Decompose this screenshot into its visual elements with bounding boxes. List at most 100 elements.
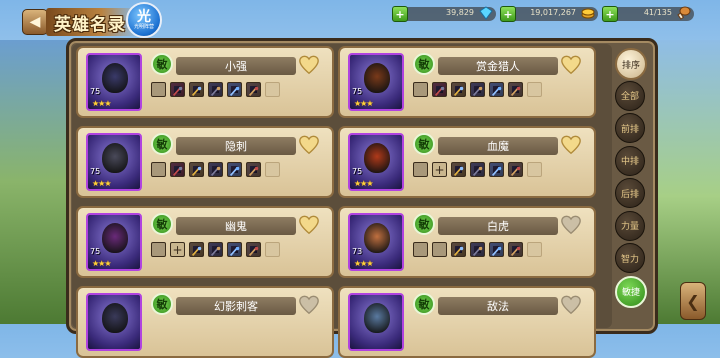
collapse-button[interactable]: ❮ [680, 282, 706, 320]
equipment-slot[interactable] [413, 82, 428, 97]
equipment-item-icon [472, 246, 483, 256]
hero-stars: ★★★ [354, 259, 373, 268]
hero-name: 隐刺 [225, 140, 247, 153]
favorite-heart-icon[interactable] [298, 214, 320, 236]
equipment-slot[interactable] [451, 82, 466, 97]
equipment-slot[interactable] [189, 82, 204, 97]
equipment-item-icon [472, 166, 483, 176]
equipment-slot[interactable] [489, 162, 504, 177]
hero-portrait[interactable] [348, 293, 404, 351]
equipment-slot[interactable] [489, 242, 504, 257]
equipment-slot[interactable] [470, 82, 485, 97]
hero-card[interactable]: 75 ★★★ 敏 隐刺 [76, 126, 334, 198]
hero-name: 幽鬼 [225, 220, 247, 233]
equipment-slot[interactable]: + [170, 242, 185, 257]
equipment-item-icon [472, 86, 483, 96]
equipment-item-icon [229, 246, 240, 256]
equipment-slot[interactable] [432, 242, 447, 257]
page-title: 英雄名录 [54, 15, 126, 35]
equipment-slot[interactable] [246, 242, 261, 257]
equipment-slot[interactable] [265, 162, 280, 177]
hero-card[interactable]: 75 ★★★ 敏 血魔 + [338, 126, 596, 198]
back-button[interactable]: ◀ [22, 9, 48, 35]
hero-name-bar: 隐刺 [176, 137, 296, 155]
equipment-slot[interactable] [527, 82, 542, 97]
filter-tab[interactable]: 后排 [615, 178, 645, 208]
hero-portrait[interactable]: 75 ★★★ [86, 133, 142, 191]
hero-card[interactable]: 75 ★★★ 敏 幽鬼 + [76, 206, 334, 278]
hero-card[interactable]: 75 ★★★ 敏 小强 [76, 46, 334, 118]
equipment-item-icon [210, 246, 221, 256]
hero-face-icon [102, 303, 128, 333]
resource-diamond: + 39,829 [392, 6, 496, 22]
equipment-slot[interactable] [227, 242, 242, 257]
favorite-heart-icon[interactable] [560, 214, 582, 236]
hero-face-icon [102, 223, 128, 253]
equipment-slot[interactable] [451, 162, 466, 177]
favorite-heart-icon[interactable] [298, 54, 320, 76]
equipment-slot[interactable] [227, 162, 242, 177]
equipment-slot[interactable] [151, 162, 166, 177]
favorite-heart-icon[interactable] [298, 294, 320, 316]
equipment-slot[interactable] [265, 82, 280, 97]
equipment-slot[interactable] [208, 82, 223, 97]
filter-tab[interactable]: 排序 [615, 48, 647, 80]
equipment-slot[interactable] [208, 162, 223, 177]
filter-tab[interactable]: 前排 [615, 113, 645, 143]
hero-name: 血魔 [487, 140, 509, 153]
equipment-item-icon [191, 86, 202, 96]
equipment-slot[interactable] [189, 242, 204, 257]
equipment-slot[interactable] [508, 82, 523, 97]
hero-portrait[interactable]: 75 ★★★ [86, 213, 142, 271]
equipment-slot[interactable] [265, 242, 280, 257]
equipment-slot[interactable] [470, 162, 485, 177]
favorite-heart-icon[interactable] [560, 134, 582, 156]
resource-gold: + 19,017,267 [500, 6, 598, 22]
hero-card[interactable]: 73 ★★★ 敏 白虎 [338, 206, 596, 278]
equipment-slot[interactable] [151, 82, 166, 97]
hero-card[interactable]: 敏 敌法 [338, 286, 596, 358]
hero-portrait[interactable]: 75 ★★★ [86, 53, 142, 111]
equipment-slot[interactable] [432, 82, 447, 97]
equipment-slot[interactable] [508, 242, 523, 257]
equipment-slot[interactable] [227, 82, 242, 97]
equipment-slot[interactable] [208, 242, 223, 257]
chevron-left-icon: ❮ [686, 291, 700, 311]
favorite-heart-icon[interactable] [560, 294, 582, 316]
filter-tab[interactable]: 敏捷 [615, 275, 647, 308]
equipment-slot[interactable] [508, 162, 523, 177]
hero-portrait[interactable] [86, 293, 142, 351]
equipment-slot[interactable] [189, 162, 204, 177]
equipment-slot[interactable] [451, 242, 466, 257]
equipment-slot[interactable] [413, 242, 428, 257]
equipment-slot[interactable] [170, 162, 185, 177]
equipment-slot[interactable] [413, 162, 428, 177]
filter-tab[interactable]: 全部 [615, 80, 645, 111]
equipment-slot[interactable] [170, 82, 185, 97]
top-bar: ◀ 英雄名录 光 光明阵营 + 39,829 + 19,017,267 + 41… [0, 0, 720, 38]
faction-badge[interactable]: 光 光明阵营 [126, 2, 162, 38]
favorite-heart-icon[interactable] [560, 54, 582, 76]
filter-tab[interactable]: 智力 [615, 243, 645, 273]
equipment-slot[interactable] [489, 82, 504, 97]
add-stamina-button[interactable]: + [602, 6, 618, 22]
add-gold-button[interactable]: + [500, 6, 516, 22]
equipment-slot[interactable]: + [432, 162, 447, 177]
hero-card[interactable]: 75 ★★★ 敏 赏金猎人 [338, 46, 596, 118]
equipment-slot[interactable] [527, 242, 542, 257]
hero-portrait[interactable]: 73 ★★★ [348, 213, 404, 271]
equipment-slot[interactable] [246, 162, 261, 177]
equipment-slot[interactable] [246, 82, 261, 97]
filter-tab[interactable]: 中排 [615, 145, 645, 176]
equipment-slot[interactable] [527, 162, 542, 177]
hero-portrait[interactable]: 75 ★★★ [348, 53, 404, 111]
equipment-slot[interactable] [470, 242, 485, 257]
equipment-slot[interactable] [151, 242, 166, 257]
filter-tab[interactable]: 力量 [615, 210, 645, 241]
add-diamond-button[interactable]: + [392, 6, 408, 22]
hero-level: 75 [90, 247, 101, 256]
hero-portrait[interactable]: 75 ★★★ [348, 133, 404, 191]
agility-type-icon: 敏 [151, 133, 173, 155]
hero-card[interactable]: 敏 幻影刺客 [76, 286, 334, 358]
favorite-heart-icon[interactable] [298, 134, 320, 156]
